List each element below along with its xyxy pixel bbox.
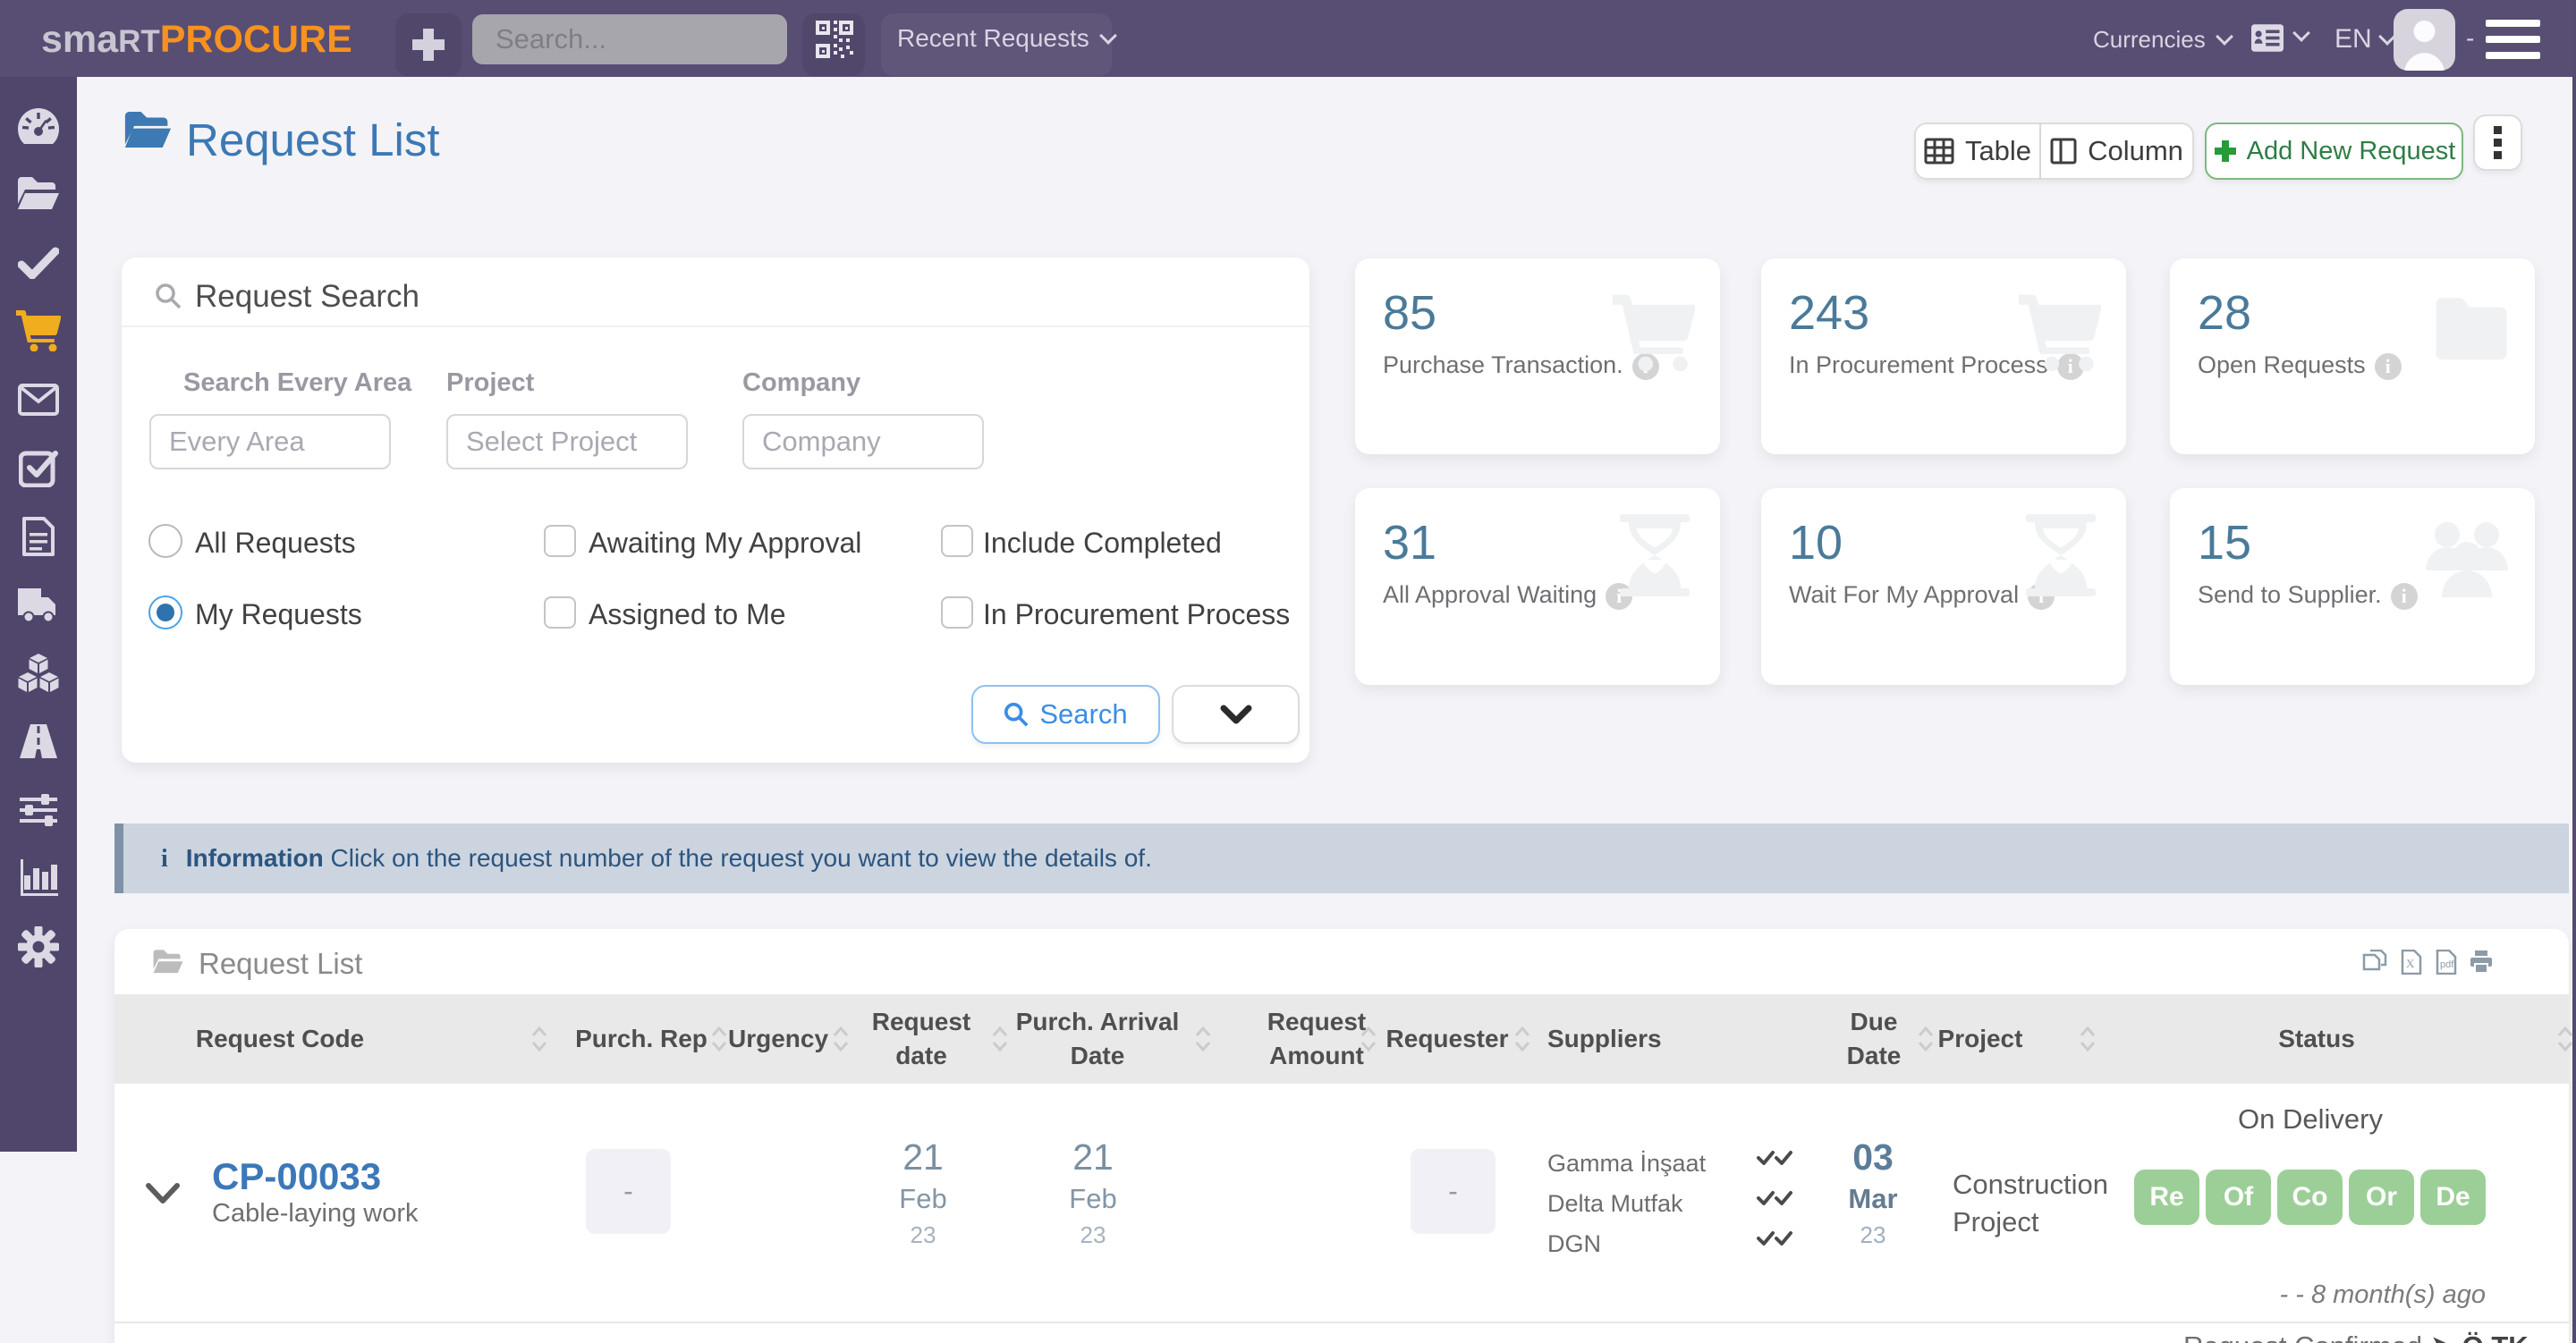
svg-text:pdf: pdf: [2440, 959, 2454, 970]
svg-text:X: X: [2406, 957, 2415, 970]
